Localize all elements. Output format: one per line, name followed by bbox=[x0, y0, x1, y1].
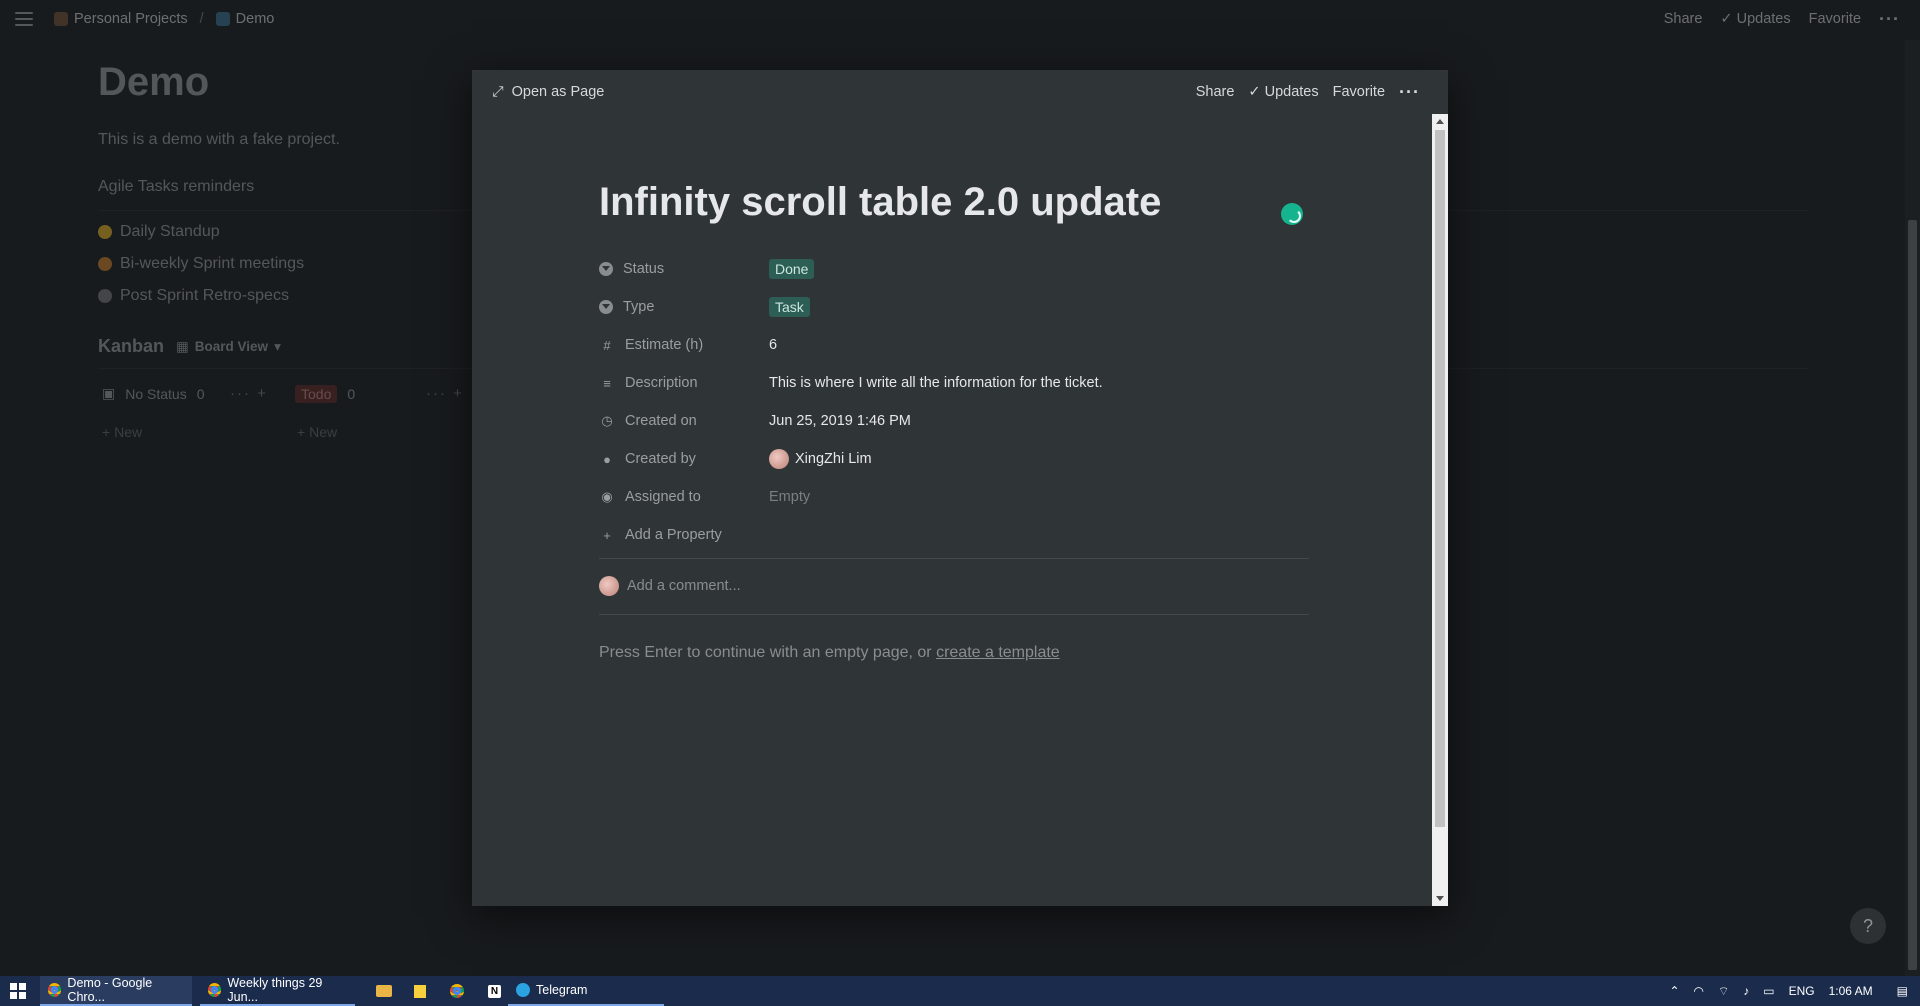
add-property-button[interactable]: + Add a Property bbox=[599, 516, 1309, 554]
property-list: Status Done Type Task # Estimate (h) 6 ≡ D… bbox=[599, 250, 1309, 554]
property-row-assigned-to[interactable]: ◉ Assigned to Empty bbox=[599, 478, 1309, 516]
page-scrollbar[interactable] bbox=[1905, 40, 1920, 976]
modal-toolbar: ⤢ Open as Page Share ✓ Updates Favorite … bbox=[472, 70, 1432, 114]
open-as-page-label: Open as Page bbox=[511, 84, 605, 100]
updates-label: Updates bbox=[1264, 84, 1319, 100]
property-key: Created by bbox=[625, 451, 696, 467]
avatar bbox=[769, 449, 789, 469]
property-row-type[interactable]: Type Task bbox=[599, 288, 1309, 326]
people-icon: ◉ bbox=[601, 489, 613, 504]
hint-text: Press Enter to continue with an empty pa… bbox=[599, 644, 932, 661]
property-row-estimate[interactable]: # Estimate (h) 6 bbox=[599, 326, 1309, 364]
property-key: Status bbox=[623, 261, 665, 277]
windows-start-icon[interactable] bbox=[10, 983, 26, 999]
clock[interactable]: 1:06 AM bbox=[1829, 984, 1873, 998]
page-peek-modal: ⤢ Open as Page Share ✓ Updates Favorite … bbox=[472, 70, 1448, 906]
status-tag[interactable]: Done bbox=[769, 258, 815, 279]
share-button[interactable]: Share bbox=[1196, 84, 1235, 100]
taskbar-item-telegram[interactable]: Telegram bbox=[508, 976, 664, 1006]
property-value[interactable]: This is where I write all the informatio… bbox=[769, 375, 1103, 391]
comment-placeholder: Add a comment... bbox=[627, 578, 741, 594]
loading-spinner-icon bbox=[1281, 203, 1303, 225]
avatar bbox=[599, 576, 619, 596]
windows-taskbar: Demo - Google Chro... Weekly things 29 J… bbox=[0, 976, 1920, 1006]
property-value: Jun 25, 2019 1:46 PM bbox=[769, 413, 911, 429]
help-button[interactable]: ? bbox=[1850, 908, 1886, 944]
modal-actions: Share ✓ Updates Favorite ··· bbox=[1196, 83, 1420, 101]
expand-icon: ⤢ bbox=[492, 84, 504, 100]
more-icon[interactable]: ··· bbox=[1399, 83, 1420, 101]
notion-icon: N bbox=[488, 984, 501, 998]
battery-icon[interactable]: ▭ bbox=[1763, 984, 1774, 998]
taskbar-item-notion[interactable]: N bbox=[480, 976, 509, 1006]
folder-icon bbox=[376, 985, 392, 997]
updates-button[interactable]: ✓ Updates bbox=[1248, 84, 1318, 100]
network-icon[interactable]: ◠ bbox=[1694, 984, 1704, 998]
taskbar-item-label: Telegram bbox=[536, 983, 588, 997]
property-value: XingZhi Lim bbox=[795, 450, 872, 467]
sticky-note-icon bbox=[414, 984, 426, 998]
property-value[interactable]: 6 bbox=[769, 337, 777, 353]
property-key: Assigned to bbox=[625, 489, 701, 505]
property-row-description[interactable]: ≡ Description This is where I write all t… bbox=[599, 364, 1309, 402]
chevron-up-icon[interactable]: ⌃ bbox=[1669, 984, 1679, 998]
clock-icon: ◷ bbox=[601, 413, 613, 428]
plus-icon: + bbox=[603, 527, 611, 543]
chrome-icon bbox=[208, 983, 222, 997]
modal-scrollbar[interactable] bbox=[1432, 114, 1448, 906]
comment-input[interactable]: Add a comment... bbox=[599, 576, 741, 596]
property-key: Type bbox=[623, 299, 655, 315]
select-icon bbox=[599, 262, 613, 276]
taskbar-item-explorer[interactable] bbox=[368, 976, 400, 1006]
notifications-icon[interactable]: ▤ bbox=[1897, 984, 1908, 998]
number-icon: # bbox=[603, 337, 611, 353]
select-icon bbox=[599, 300, 613, 314]
property-key: Created on bbox=[625, 413, 697, 429]
ticket-title[interactable]: Infinity scroll table 2.0 update bbox=[599, 180, 1161, 225]
taskbar-item-label: Demo - Google Chro... bbox=[67, 976, 153, 1004]
scrollbar-thumb[interactable] bbox=[1908, 220, 1917, 970]
divider bbox=[599, 614, 1309, 615]
favorite-button[interactable]: Favorite bbox=[1333, 84, 1385, 100]
telegram-icon bbox=[516, 983, 530, 997]
text-icon: ≡ bbox=[603, 375, 611, 391]
taskbar-item-chrome-demo[interactable]: Demo - Google Chro... bbox=[40, 976, 192, 1006]
add-property-label: Add a Property bbox=[625, 527, 722, 543]
create-template-link[interactable]: create a template bbox=[936, 644, 1060, 661]
property-value[interactable]: Empty bbox=[769, 489, 810, 505]
scrollbar-thumb[interactable] bbox=[1435, 130, 1445, 827]
person-icon: ● bbox=[603, 451, 611, 467]
property-row-status[interactable]: Status Done bbox=[599, 250, 1309, 288]
taskbar-item-label: Weekly things 29 Jun... bbox=[227, 976, 323, 1004]
type-tag[interactable]: Task bbox=[769, 296, 810, 317]
taskbar-item-sticky-notes[interactable] bbox=[406, 976, 434, 1006]
check-icon: ✓ bbox=[1248, 84, 1265, 100]
taskbar-item-chrome-weekly[interactable]: Weekly things 29 Jun... bbox=[200, 976, 355, 1006]
property-row-created-by[interactable]: ● Created by XingZhi Lim bbox=[599, 440, 1309, 478]
wifi-icon[interactable]: ⌔ bbox=[1718, 984, 1729, 999]
scroll-down-icon[interactable] bbox=[1436, 896, 1444, 901]
open-as-page-button[interactable]: ⤢ Open as Page bbox=[492, 84, 604, 100]
scroll-up-icon[interactable] bbox=[1436, 119, 1444, 124]
property-row-created-on[interactable]: ◷ Created on Jun 25, 2019 1:46 PM bbox=[599, 402, 1309, 440]
system-tray: ⌃ ◠ ⌔ ♪ ▭ ENG 1:06 AM ▤ bbox=[1669, 976, 1908, 1006]
language-indicator[interactable]: ENG bbox=[1789, 984, 1815, 998]
chrome-icon bbox=[48, 983, 62, 997]
chrome-icon bbox=[450, 984, 464, 998]
volume-icon[interactable]: ♪ bbox=[1743, 984, 1749, 998]
property-key: Estimate (h) bbox=[625, 337, 704, 353]
empty-page-hint: Press Enter to continue with an empty pa… bbox=[599, 644, 1060, 662]
property-key: Description bbox=[625, 375, 698, 391]
divider bbox=[599, 558, 1309, 559]
taskbar-item-chrome[interactable] bbox=[442, 976, 472, 1006]
